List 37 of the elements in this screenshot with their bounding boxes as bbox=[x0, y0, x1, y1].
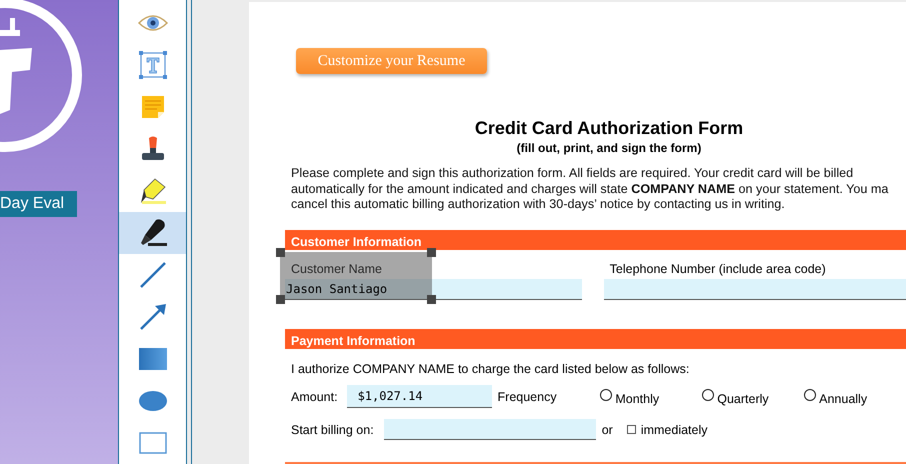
form-title: Credit Card Authorization Form bbox=[474, 118, 744, 139]
input-field[interactable]: $1,027.14 bbox=[346, 385, 492, 408]
marker-tool[interactable] bbox=[119, 212, 186, 254]
field-label: Amount: bbox=[291, 390, 338, 404]
section-header: Payment Information bbox=[285, 328, 906, 348]
intro-line: automatically for the amount indicated and charges will state COMPANY NAME on your statement. You ma bbox=[291, 182, 888, 197]
intro-line: cancel this automatic billing authorization with 30-days’ notice by contacting us in writing. bbox=[291, 197, 785, 212]
eval-badge: Day Eval bbox=[0, 191, 77, 217]
radio-label: Quarterly bbox=[717, 392, 769, 406]
field-label: Telephone Number (include area code) bbox=[608, 262, 827, 278]
input-field[interactable] bbox=[604, 278, 906, 300]
ellipse-icon bbox=[138, 390, 166, 412]
section-header: Customer Information bbox=[285, 230, 906, 250]
intro-line: Please complete and sign this authorization form. All fields are required. Your credit card will be billed bbox=[291, 166, 854, 182]
field-label: Start billing on: bbox=[291, 422, 374, 436]
radio-label: Annually bbox=[819, 392, 868, 406]
rectangle-icon bbox=[138, 348, 166, 370]
input-field[interactable]: Jason Santiago bbox=[285, 278, 582, 300]
sticky-note-icon bbox=[140, 95, 164, 119]
rectangle-outline-icon bbox=[138, 432, 166, 454]
checkbox[interactable] bbox=[626, 425, 636, 434]
highlighter-icon bbox=[138, 177, 166, 205]
radio-button[interactable] bbox=[804, 388, 816, 400]
radio-button[interactable] bbox=[702, 388, 714, 400]
radio-label: Monthly bbox=[615, 392, 660, 406]
text-box-icon bbox=[138, 50, 168, 80]
radio-button[interactable] bbox=[600, 388, 612, 400]
field-label: Frequency bbox=[498, 390, 558, 404]
line-icon bbox=[138, 261, 166, 289]
field-label: Customer Name bbox=[290, 262, 383, 278]
arrow-icon bbox=[138, 303, 166, 331]
input-field[interactable] bbox=[384, 419, 596, 440]
or-text: or bbox=[602, 422, 613, 436]
form-subtitle: (fill out, print, and sign the form) bbox=[516, 141, 702, 155]
checkbox-label: immediately bbox=[640, 422, 708, 436]
stamp-icon bbox=[140, 136, 166, 162]
authorization-text: I authorize COMPANY NAME to charge the card listed below as follows: bbox=[290, 362, 690, 376]
